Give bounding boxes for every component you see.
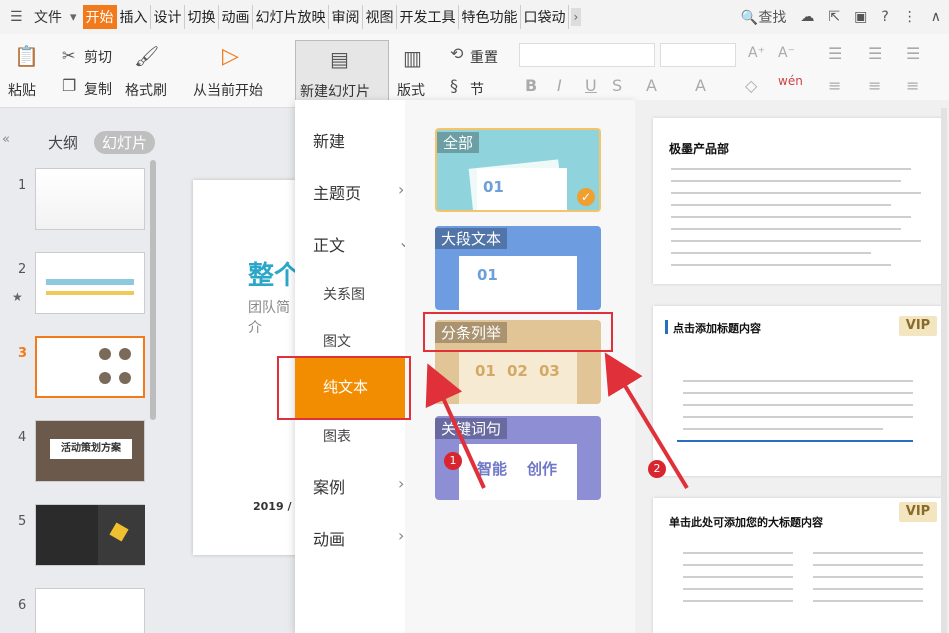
annotation-badge-1: 1 (444, 452, 462, 470)
annotation-arrows (425, 352, 689, 490)
annotation-badge-2: 2 (648, 460, 666, 478)
